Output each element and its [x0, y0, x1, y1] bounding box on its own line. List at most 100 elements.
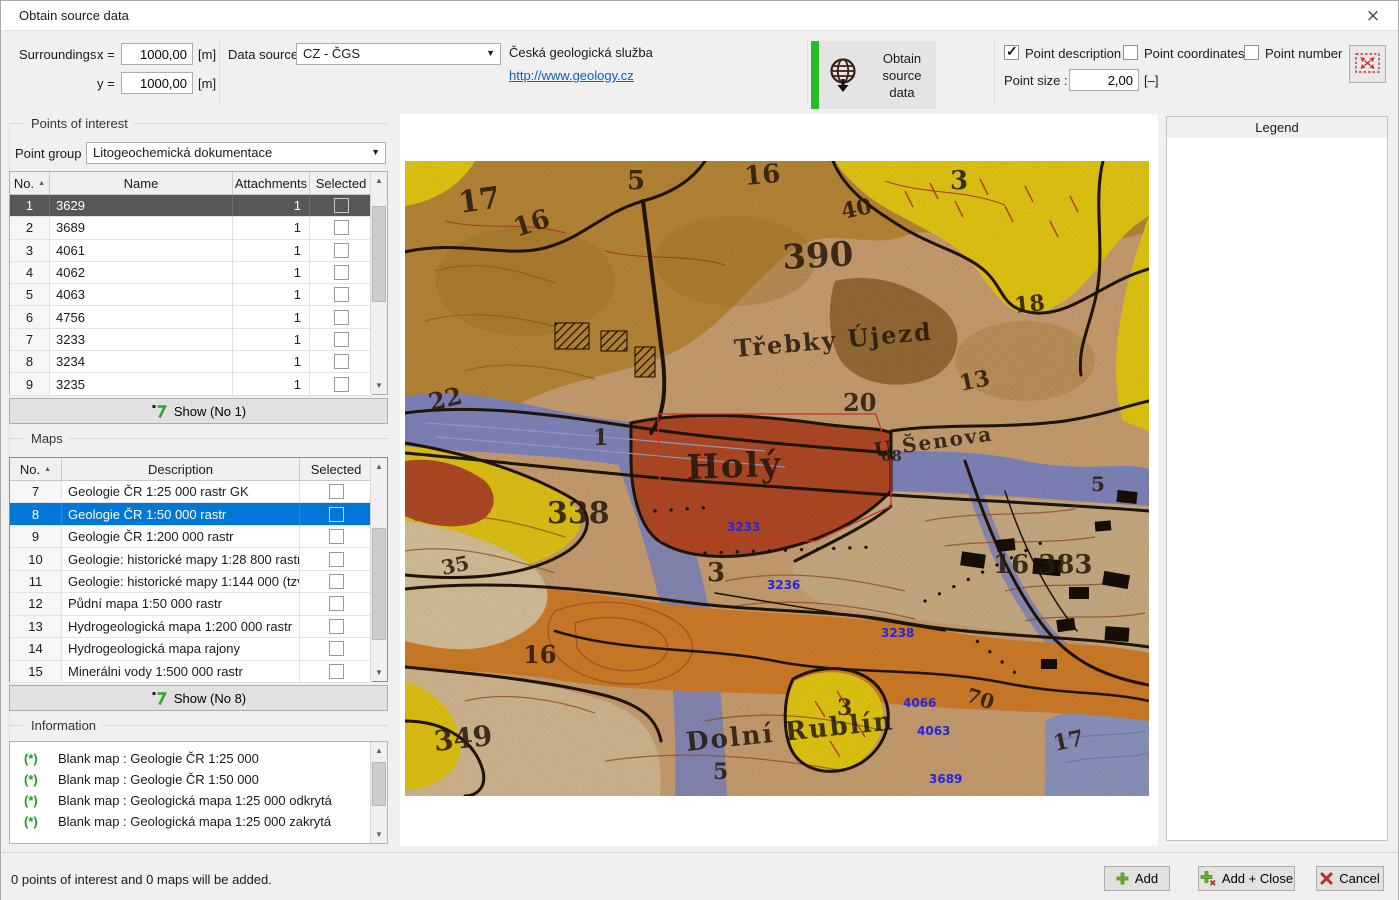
scroll-thumb[interactable] — [372, 206, 386, 302]
maps-table-row[interactable]: 13Hydrogeologická mapa 1:200 000 rastr — [10, 616, 372, 638]
map-unit-number: 3 — [950, 166, 968, 196]
point-coordinates-checkbox[interactable] — [1123, 45, 1138, 60]
selected-checkbox[interactable] — [329, 664, 344, 679]
maps-col-no[interactable]: No.▲ — [10, 458, 62, 480]
point-size-unit: [–] — [1144, 73, 1158, 88]
provider-link[interactable]: http://www.geology.cz — [509, 68, 634, 83]
scroll-up-icon[interactable]: ▲ — [371, 458, 387, 475]
legend-title: Legend — [1255, 120, 1298, 135]
maps-table-row[interactable]: 14Hydrogeologická mapa rajony — [10, 638, 372, 660]
provider-name: Česká geologická služba — [509, 45, 653, 60]
maps-table-row[interactable]: 9Geologie ČR 1:200 000 rastr — [10, 526, 372, 548]
status-bar: 0 points of interest and 0 maps will be … — [1, 852, 1398, 900]
row-description: Hydrogeologická mapa rajony — [62, 638, 300, 659]
scroll-up-icon[interactable]: ▲ — [371, 172, 387, 189]
maps-table-row[interactable]: 8Geologie ČR 1:50 000 rastr — [10, 503, 372, 525]
maps-table-row[interactable]: 12Půdní mapa 1:50 000 rastr — [10, 593, 372, 615]
selected-checkbox[interactable] — [329, 507, 344, 522]
map-viewport[interactable]: 17165163904032220113183383531616 3833349… — [405, 161, 1149, 796]
maps-col-selected[interactable]: Selected — [300, 458, 372, 480]
selected-checkbox[interactable] — [334, 198, 349, 213]
scroll-up-icon[interactable]: ▲ — [371, 742, 387, 759]
maps-table-row[interactable]: 15Minerálni vody 1:500 000 rastr — [10, 661, 372, 683]
show-map-button[interactable]: Show (No 8) — [9, 685, 388, 711]
selected-checkbox[interactable] — [329, 596, 344, 611]
points-table-row[interactable]: 236891 — [10, 217, 372, 239]
row-description: Geologie: historické mapy 1:144 000 (tzv… — [62, 571, 300, 592]
points-table-row[interactable]: 932351 — [10, 373, 372, 395]
selected-checkbox[interactable] — [334, 243, 349, 258]
map-unit-number: 17 — [456, 180, 502, 220]
title-bar: Obtain source data × — [1, 1, 1398, 31]
maps-table-row[interactable]: 11Geologie: historické mapy 1:144 000 (t… — [10, 571, 372, 593]
point-size-input[interactable] — [1069, 69, 1139, 91]
scroll-down-icon[interactable]: ▼ — [371, 377, 387, 394]
points-table-row[interactable]: 136291 — [10, 195, 372, 217]
surroundings-x-input[interactable] — [121, 43, 193, 65]
selected-checkbox[interactable] — [329, 484, 344, 499]
points-col-selected[interactable]: Selected — [310, 172, 372, 194]
information-scrollbar[interactable]: ▲ ▼ — [370, 742, 387, 843]
close-icon[interactable]: × — [1352, 1, 1394, 30]
points-table-row[interactable]: 832341 — [10, 351, 372, 373]
row-attachments: 1 — [233, 195, 310, 216]
show-point-button[interactable]: Show (No 1) — [9, 398, 388, 424]
add-close-button[interactable]: Add + Close — [1198, 866, 1295, 891]
surroundings-y-input[interactable] — [121, 72, 193, 94]
points-table-row[interactable]: 540631 — [10, 284, 372, 306]
maps-table-row[interactable]: 7Geologie ČR 1:25 000 rastr GK — [10, 481, 372, 503]
points-table-row[interactable]: 732331 — [10, 329, 372, 351]
row-no: 3 — [10, 240, 50, 261]
toolbar-separator — [807, 39, 808, 105]
chevron-down-icon: ▼ — [486, 48, 495, 58]
legend-header: Legend — [1166, 116, 1388, 139]
point-group-combo[interactable]: Litogeochemická dokumentace ▼ — [86, 142, 386, 164]
points-col-attachments[interactable]: Attachments — [233, 172, 310, 194]
point-description-checkbox[interactable] — [1004, 45, 1019, 60]
points-col-no[interactable]: No.▲ — [10, 172, 50, 194]
scroll-thumb[interactable] — [372, 528, 386, 640]
selected-checkbox[interactable] — [334, 332, 349, 347]
points-col-name[interactable]: Name — [50, 172, 233, 194]
selected-checkbox[interactable] — [329, 529, 344, 544]
point-number-checkbox[interactable] — [1244, 45, 1259, 60]
info-text: Blank map : Geologická mapa 1:25 000 zak… — [58, 811, 331, 832]
row-description: Půdní mapa 1:50 000 rastr — [62, 593, 300, 614]
row-no: 8 — [10, 503, 62, 524]
selected-checkbox[interactable] — [334, 354, 349, 369]
row-name: 4756 — [50, 306, 233, 327]
selected-checkbox[interactable] — [334, 220, 349, 235]
selected-checkbox[interactable] — [334, 287, 349, 302]
map-unit-number: 5 — [713, 759, 728, 785]
maps-scrollbar[interactable]: ▲ ▼ — [370, 458, 387, 681]
row-no: 7 — [10, 481, 62, 502]
row-description: Geologie ČR 1:25 000 rastr GK — [62, 481, 300, 502]
row-name: 3689 — [50, 217, 233, 238]
points-table-row[interactable]: 340611 — [10, 240, 372, 262]
selected-checkbox[interactable] — [334, 377, 349, 392]
points-scrollbar[interactable]: ▲ ▼ — [370, 172, 387, 394]
selected-checkbox[interactable] — [329, 619, 344, 634]
zoom-extents-button[interactable] — [1349, 45, 1386, 83]
scroll-down-icon[interactable]: ▼ — [371, 664, 387, 681]
map-unit-number: 5 — [627, 166, 645, 196]
row-no: 8 — [10, 351, 50, 372]
row-attachments: 1 — [233, 351, 310, 372]
maps-col-description[interactable]: Description — [62, 458, 300, 480]
row-description: Hydrogeologická mapa 1:200 000 rastr — [62, 616, 300, 637]
scroll-down-icon[interactable]: ▼ — [371, 826, 387, 843]
cancel-button[interactable]: Cancel — [1316, 866, 1384, 891]
obtain-source-data-button[interactable]: Obtain source data — [811, 41, 936, 109]
selected-checkbox[interactable] — [329, 574, 344, 589]
selected-checkbox[interactable] — [334, 265, 349, 280]
maps-table-row[interactable]: 10Geologie: historické mapy 1:28 800 ras… — [10, 548, 372, 570]
add-button[interactable]: Add — [1104, 866, 1170, 891]
selected-checkbox[interactable] — [329, 552, 344, 567]
points-table-row[interactable]: 440621 — [10, 262, 372, 284]
map-unit-number: 16 383 — [993, 550, 1093, 580]
selected-checkbox[interactable] — [329, 641, 344, 656]
points-table-row[interactable]: 647561 — [10, 306, 372, 328]
selected-checkbox[interactable] — [334, 310, 349, 325]
data-source-combo[interactable]: CZ - ČGS ▼ — [296, 43, 501, 65]
scroll-thumb[interactable] — [372, 762, 386, 806]
